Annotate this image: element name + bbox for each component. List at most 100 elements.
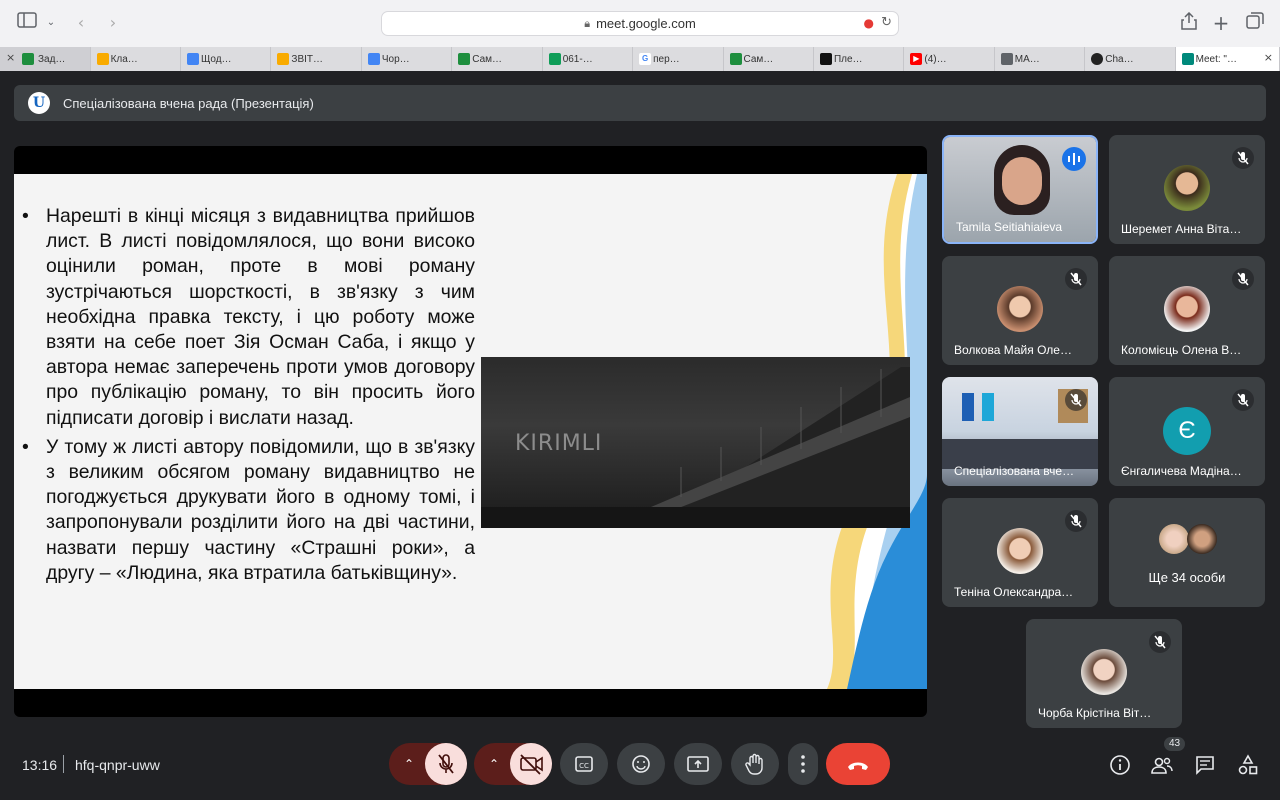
mic-off-icon [1232, 268, 1254, 290]
reactions-button[interactable] [617, 743, 665, 785]
avatar [1187, 524, 1217, 554]
participant-name: Спеціалізована вче… [954, 464, 1075, 478]
browser-tab[interactable]: × Зад… [0, 47, 91, 71]
tab-label: Сам… [743, 53, 774, 65]
browser-tab[interactable]: Cha… [1085, 47, 1176, 71]
participant-name: Чорба Крістіна Віт… [1038, 706, 1152, 720]
mic-icon[interactable]: ● [864, 16, 874, 30]
browser-tab[interactable]: Чор… [362, 47, 453, 71]
participant-tile[interactable]: Є Єнгаличева Мадіна… [1109, 377, 1265, 486]
tab-favicon-icon [819, 53, 832, 65]
participant-tile[interactable]: Теніна Олександра… [942, 498, 1098, 607]
more-options-button[interactable] [788, 743, 818, 785]
presenter-avatar: U [28, 92, 50, 114]
tab-label: пер… [653, 53, 680, 65]
activities-icon[interactable] [1236, 753, 1260, 777]
browser-tab[interactable]: Сам… [452, 47, 543, 71]
raise-hand-button[interactable] [731, 743, 779, 785]
slide-image-caption: KIRIMLI [515, 431, 603, 456]
share-icon[interactable] [1178, 11, 1200, 34]
presentation-title: Спеціалізована вчена рада (Презентація) [63, 95, 314, 111]
participant-tile[interactable]: Спеціалізована вче… [942, 377, 1098, 486]
meet-icon [1181, 53, 1194, 65]
tab-overview-icon[interactable] [1244, 12, 1266, 34]
tab-label: Пле… [833, 53, 863, 65]
chatgpt-icon [1091, 53, 1104, 65]
tab-favicon-icon [187, 53, 199, 65]
mic-options-chevron-icon[interactable]: ⌃ [391, 743, 427, 785]
tab-label: Кла… [110, 53, 138, 65]
browser-tab[interactable]: Пле… [814, 47, 905, 71]
browser-tab[interactable]: Щод… [181, 47, 272, 71]
browser-tab[interactable]: ▶ (4)… [904, 47, 995, 71]
reload-icon[interactable]: ↻ [881, 15, 892, 30]
browser-tab[interactable]: Кла… [91, 47, 181, 71]
forward-icon[interactable]: › [102, 12, 124, 34]
tab-label: Щод… [201, 53, 232, 65]
tab-label: Cha… [1105, 53, 1134, 65]
participant-tile[interactable]: Волкова Майя Оле… [942, 256, 1098, 365]
tab-favicon-icon [96, 53, 109, 65]
lock-icon: 🔒︎ [584, 16, 591, 30]
new-tab-icon[interactable]: + [1210, 12, 1232, 34]
tab-label: ЗВІТ… [291, 53, 324, 65]
close-icon[interactable]: × [6, 51, 15, 64]
avatar [1081, 649, 1127, 695]
browser-tab[interactable]: МА… [995, 47, 1086, 71]
participant-name: Шеремет Анна Віта… [1121, 222, 1242, 236]
captions-button[interactable]: CC [560, 743, 608, 785]
camera-control-group: ⌃ [474, 743, 552, 785]
slide-image: KIRIMLI [481, 357, 910, 528]
address-bar[interactable]: 🔒︎ meet.google.com ● ↻ [381, 11, 899, 36]
browser-tab[interactable]: Сам… [724, 47, 814, 71]
participant-tile[interactable]: Шеремет Анна Віта… [1109, 135, 1265, 244]
meeting-details-icon[interactable] [1108, 753, 1132, 777]
participant-tile[interactable]: Чорба Крістіна Віт… [1026, 619, 1182, 728]
browser-tab[interactable]: Gпер… [633, 47, 724, 71]
tab-favicon-icon [277, 53, 290, 65]
participant-name: Теніна Олександра… [954, 585, 1074, 599]
meeting-time: 13:16 [22, 757, 58, 773]
avatar [1159, 524, 1189, 554]
slide-bullet: Нарешті в кінці місяця з видавництва при… [20, 204, 475, 431]
presentation-bar: U Спеціалізована вчена рада (Презентація… [14, 85, 1266, 121]
browser-tab[interactable]: 061-… [543, 47, 634, 71]
leave-call-button[interactable] [826, 743, 890, 785]
participant-tile[interactable]: Tamila Seitiahiaieva [942, 135, 1098, 244]
presentation-stage: Нарешті в кінці місяця з видавництва при… [14, 146, 927, 717]
camera-toggle-button[interactable] [510, 743, 552, 785]
close-icon[interactable]: × [1264, 51, 1273, 64]
tab-favicon-icon [1000, 53, 1013, 65]
participant-name: Єнгаличева Мадіна… [1121, 464, 1242, 478]
youtube-icon: ▶ [910, 53, 923, 65]
mic-toggle-button[interactable] [425, 743, 467, 785]
browser-tab-active[interactable]: Meet: "… × [1175, 47, 1280, 71]
avatar-initial: Є [1163, 407, 1211, 455]
camera-options-chevron-icon[interactable]: ⌃ [476, 743, 512, 785]
present-screen-button[interactable] [674, 743, 722, 785]
chevron-down-icon[interactable]: ⌄ [40, 12, 62, 34]
participant-video-face [1002, 157, 1042, 205]
slide-bullet: У тому ж листі автору повідомили, що в з… [20, 435, 475, 586]
more-participants-tile[interactable]: Ще 34 особи [1109, 498, 1265, 607]
mic-off-icon [1232, 389, 1254, 411]
participant-video-flag [962, 393, 974, 421]
participant-name: Tamila Seitiahiaieva [956, 220, 1063, 234]
participant-tile[interactable]: Коломієць Олена В… [1109, 256, 1265, 365]
mic-control-group: ⌃ [389, 743, 467, 785]
people-icon[interactable] [1150, 753, 1174, 777]
more-participants-label: Ще 34 особи [1148, 570, 1226, 585]
sidebar-toggle-icon[interactable] [16, 12, 38, 34]
speaking-indicator-icon [1062, 147, 1086, 171]
svg-text:CC: CC [579, 762, 589, 770]
avatar [1164, 165, 1210, 211]
mic-off-icon [1065, 268, 1087, 290]
chat-icon[interactable] [1193, 753, 1217, 777]
mic-off-icon [1149, 631, 1171, 653]
avatar [1164, 286, 1210, 332]
browser-toolbar: ⌄ ‹ › 🔒︎ meet.google.com ● ↻ + [0, 0, 1280, 47]
participant-name: Волкова Майя Оле… [954, 343, 1072, 357]
tab-favicon-icon [548, 53, 561, 65]
browser-tab[interactable]: ЗВІТ… [271, 47, 362, 71]
back-icon[interactable]: ‹ [70, 12, 92, 34]
